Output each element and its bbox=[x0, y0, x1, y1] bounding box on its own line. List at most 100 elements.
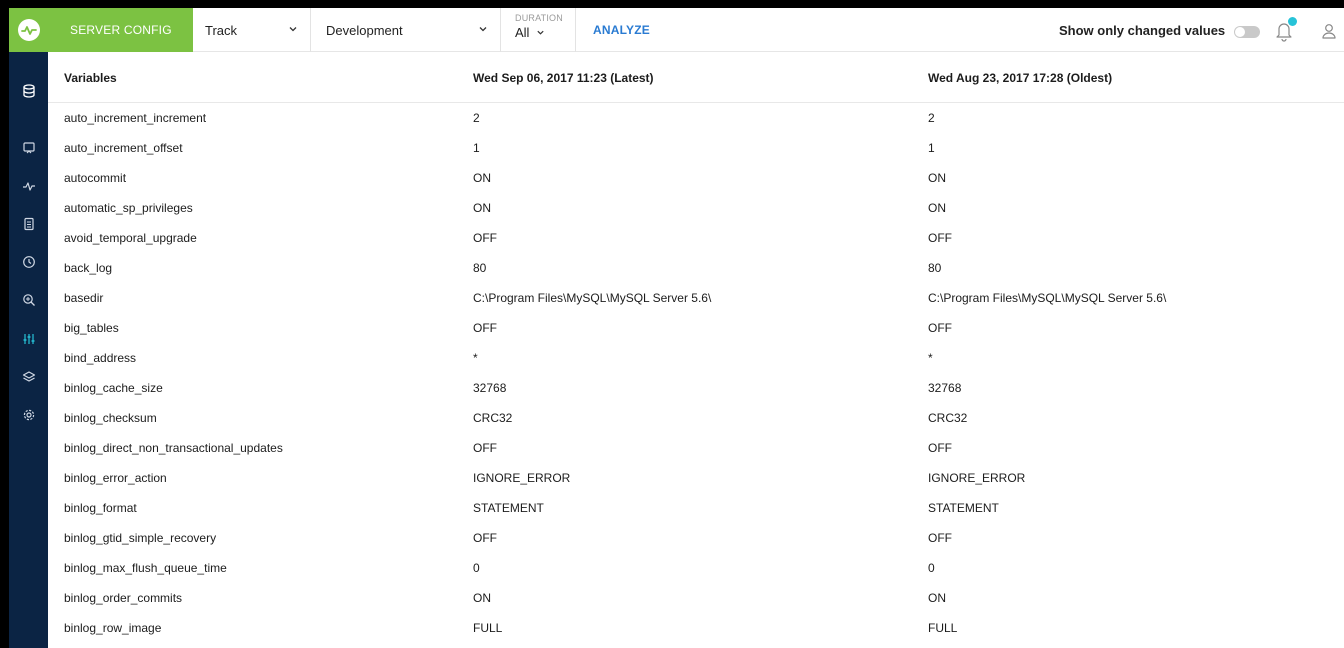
cell-latest-value: 1 bbox=[473, 141, 480, 155]
window-frame-left bbox=[0, 0, 9, 648]
duration-dropdown[interactable]: DURATION All bbox=[501, 8, 576, 52]
sidebar-item-history[interactable] bbox=[9, 250, 48, 274]
config-variables-table: Variables Wed Sep 06, 2017 11:23 (Latest… bbox=[48, 52, 1344, 643]
table-row: basedir C:\Program Files\MySQL\MySQL Serv… bbox=[48, 283, 1344, 313]
cell-oldest-value: 80 bbox=[928, 261, 942, 275]
top-bar: SERVER CONFIG Track Development DURATION… bbox=[48, 8, 1344, 52]
sidebar-item-activity[interactable] bbox=[9, 174, 48, 198]
column-header-variables: Variables bbox=[64, 70, 117, 85]
cell-latest-value: FULL bbox=[473, 621, 503, 635]
table-body: auto_increment_increment 2 2 auto_increment… bbox=[48, 103, 1344, 643]
cell-latest-value: 0 bbox=[473, 561, 480, 575]
cell-oldest-value: FULL bbox=[928, 621, 958, 635]
show-changed-toggle[interactable] bbox=[1234, 26, 1260, 38]
show-changed-label: Show only changed values bbox=[1059, 22, 1226, 38]
cell-oldest-value: ON bbox=[928, 591, 946, 605]
table-row: binlog_row_image FULL FULL bbox=[48, 613, 1344, 643]
cell-variable-name: basedir bbox=[64, 291, 104, 305]
cell-variable-name: avoid_temporal_upgrade bbox=[64, 231, 197, 245]
column-header-latest: Wed Sep 06, 2017 11:23 (Latest) bbox=[473, 70, 654, 85]
gear-icon bbox=[23, 409, 34, 421]
pulse-logo-icon bbox=[17, 19, 40, 41]
cell-oldest-value: OFF bbox=[928, 531, 952, 545]
environment-dropdown[interactable]: Development bbox=[311, 8, 501, 52]
cell-latest-value: OFF bbox=[473, 321, 497, 335]
table-row: binlog_format STATEMENT STATEMENT bbox=[48, 493, 1344, 523]
sliders-icon bbox=[23, 334, 34, 344]
sidebar-item-query-analytics[interactable] bbox=[9, 288, 48, 312]
cell-oldest-value: 0 bbox=[928, 561, 935, 575]
cell-variable-name: binlog_format bbox=[64, 501, 137, 515]
environment-dropdown-label: Development bbox=[326, 22, 403, 38]
app-logo[interactable] bbox=[9, 8, 48, 52]
table-row: binlog_max_flush_queue_time 0 0 bbox=[48, 553, 1344, 583]
column-header-oldest: Wed Aug 23, 2017 17:28 (Oldest) bbox=[928, 70, 1113, 85]
table-header: Variables Wed Sep 06, 2017 11:23 (Latest… bbox=[48, 52, 1344, 103]
cell-variable-name: back_log bbox=[64, 261, 113, 275]
sidebar-item-settings[interactable] bbox=[9, 403, 48, 427]
cell-latest-value: 2 bbox=[473, 111, 480, 125]
section-title-server-config[interactable]: SERVER CONFIG bbox=[48, 8, 193, 52]
cell-oldest-value: 1 bbox=[928, 141, 935, 155]
cell-oldest-value: CRC32 bbox=[928, 411, 968, 425]
table-row: big_tables OFF OFF bbox=[48, 313, 1344, 343]
user-icon[interactable] bbox=[1319, 21, 1339, 41]
duration-value: All bbox=[515, 25, 530, 40]
cell-latest-value: ON bbox=[473, 591, 491, 605]
table-row: autocommit ON ON bbox=[48, 163, 1344, 193]
cell-variable-name: binlog_checksum bbox=[64, 411, 157, 425]
track-dropdown-label: Track bbox=[205, 22, 238, 38]
cell-variable-name: auto_increment_offset bbox=[64, 141, 183, 155]
cell-variable-name: auto_increment_increment bbox=[64, 111, 207, 125]
sidebar-item-layers[interactable] bbox=[9, 365, 48, 389]
table-row: automatic_sp_privileges ON ON bbox=[48, 193, 1344, 223]
chevron-down-icon bbox=[289, 27, 297, 32]
table-row: binlog_error_action IGNORE_ERROR IGNORE_ER… bbox=[48, 463, 1344, 493]
table-row: auto_increment_increment 2 2 bbox=[48, 103, 1344, 133]
cell-variable-name: binlog_direct_non_transactional_updates bbox=[64, 441, 283, 455]
cell-variable-name: bind_address bbox=[64, 351, 137, 365]
table-row: binlog_order_commits ON ON bbox=[48, 583, 1344, 613]
table-row: auto_increment_offset 1 1 bbox=[48, 133, 1344, 163]
chevron-down-icon bbox=[479, 27, 487, 32]
cell-oldest-value: IGNORE_ERROR bbox=[928, 471, 1026, 485]
cell-oldest-value: 32768 bbox=[928, 381, 962, 395]
sidebar-item-database[interactable] bbox=[9, 79, 48, 103]
monitor-icon bbox=[22, 142, 35, 154]
cell-latest-value: STATEMENT bbox=[473, 501, 544, 515]
cell-latest-value: CRC32 bbox=[473, 411, 513, 425]
cell-variable-name: binlog_order_commits bbox=[64, 591, 183, 605]
sidebar-item-server-config[interactable] bbox=[9, 327, 48, 351]
table-row: binlog_cache_size 32768 32768 bbox=[48, 373, 1344, 403]
search-zoom-icon bbox=[22, 294, 35, 306]
cell-latest-value: IGNORE_ERROR bbox=[473, 471, 571, 485]
layers-icon bbox=[22, 371, 35, 382]
cell-variable-name: binlog_max_flush_queue_time bbox=[64, 561, 227, 575]
chevron-down-icon bbox=[537, 30, 545, 35]
duration-label: DURATION bbox=[515, 13, 563, 23]
sidebar bbox=[9, 8, 48, 648]
track-dropdown[interactable]: Track bbox=[193, 8, 311, 52]
document-icon bbox=[23, 217, 34, 231]
cell-latest-value: OFF bbox=[473, 531, 497, 545]
cell-variable-name: binlog_gtid_simple_recovery bbox=[64, 531, 217, 545]
table-row: bind_address * * bbox=[48, 343, 1344, 373]
sidebar-item-document[interactable] bbox=[9, 212, 48, 236]
cell-latest-value: OFF bbox=[473, 441, 497, 455]
cell-variable-name: binlog_error_action bbox=[64, 471, 167, 485]
cell-oldest-value: ON bbox=[928, 201, 946, 215]
table-row: avoid_temporal_upgrade OFF OFF bbox=[48, 223, 1344, 253]
cell-oldest-value: OFF bbox=[928, 231, 952, 245]
table-row: binlog_gtid_simple_recovery OFF OFF bbox=[48, 523, 1344, 553]
cell-oldest-value: OFF bbox=[928, 321, 952, 335]
cell-variable-name: binlog_cache_size bbox=[64, 381, 163, 395]
notification-dot bbox=[1288, 17, 1297, 26]
analyze-link[interactable]: ANALYZE bbox=[593, 8, 650, 52]
cell-latest-value: ON bbox=[473, 201, 491, 215]
database-icon bbox=[22, 84, 35, 98]
cell-latest-value: * bbox=[473, 351, 478, 365]
sidebar-item-monitor[interactable] bbox=[9, 136, 48, 160]
cell-variable-name: automatic_sp_privileges bbox=[64, 201, 193, 215]
cell-oldest-value: 2 bbox=[928, 111, 935, 125]
cell-latest-value: C:\Program Files\MySQL\MySQL Server 5.6\ bbox=[473, 291, 712, 305]
